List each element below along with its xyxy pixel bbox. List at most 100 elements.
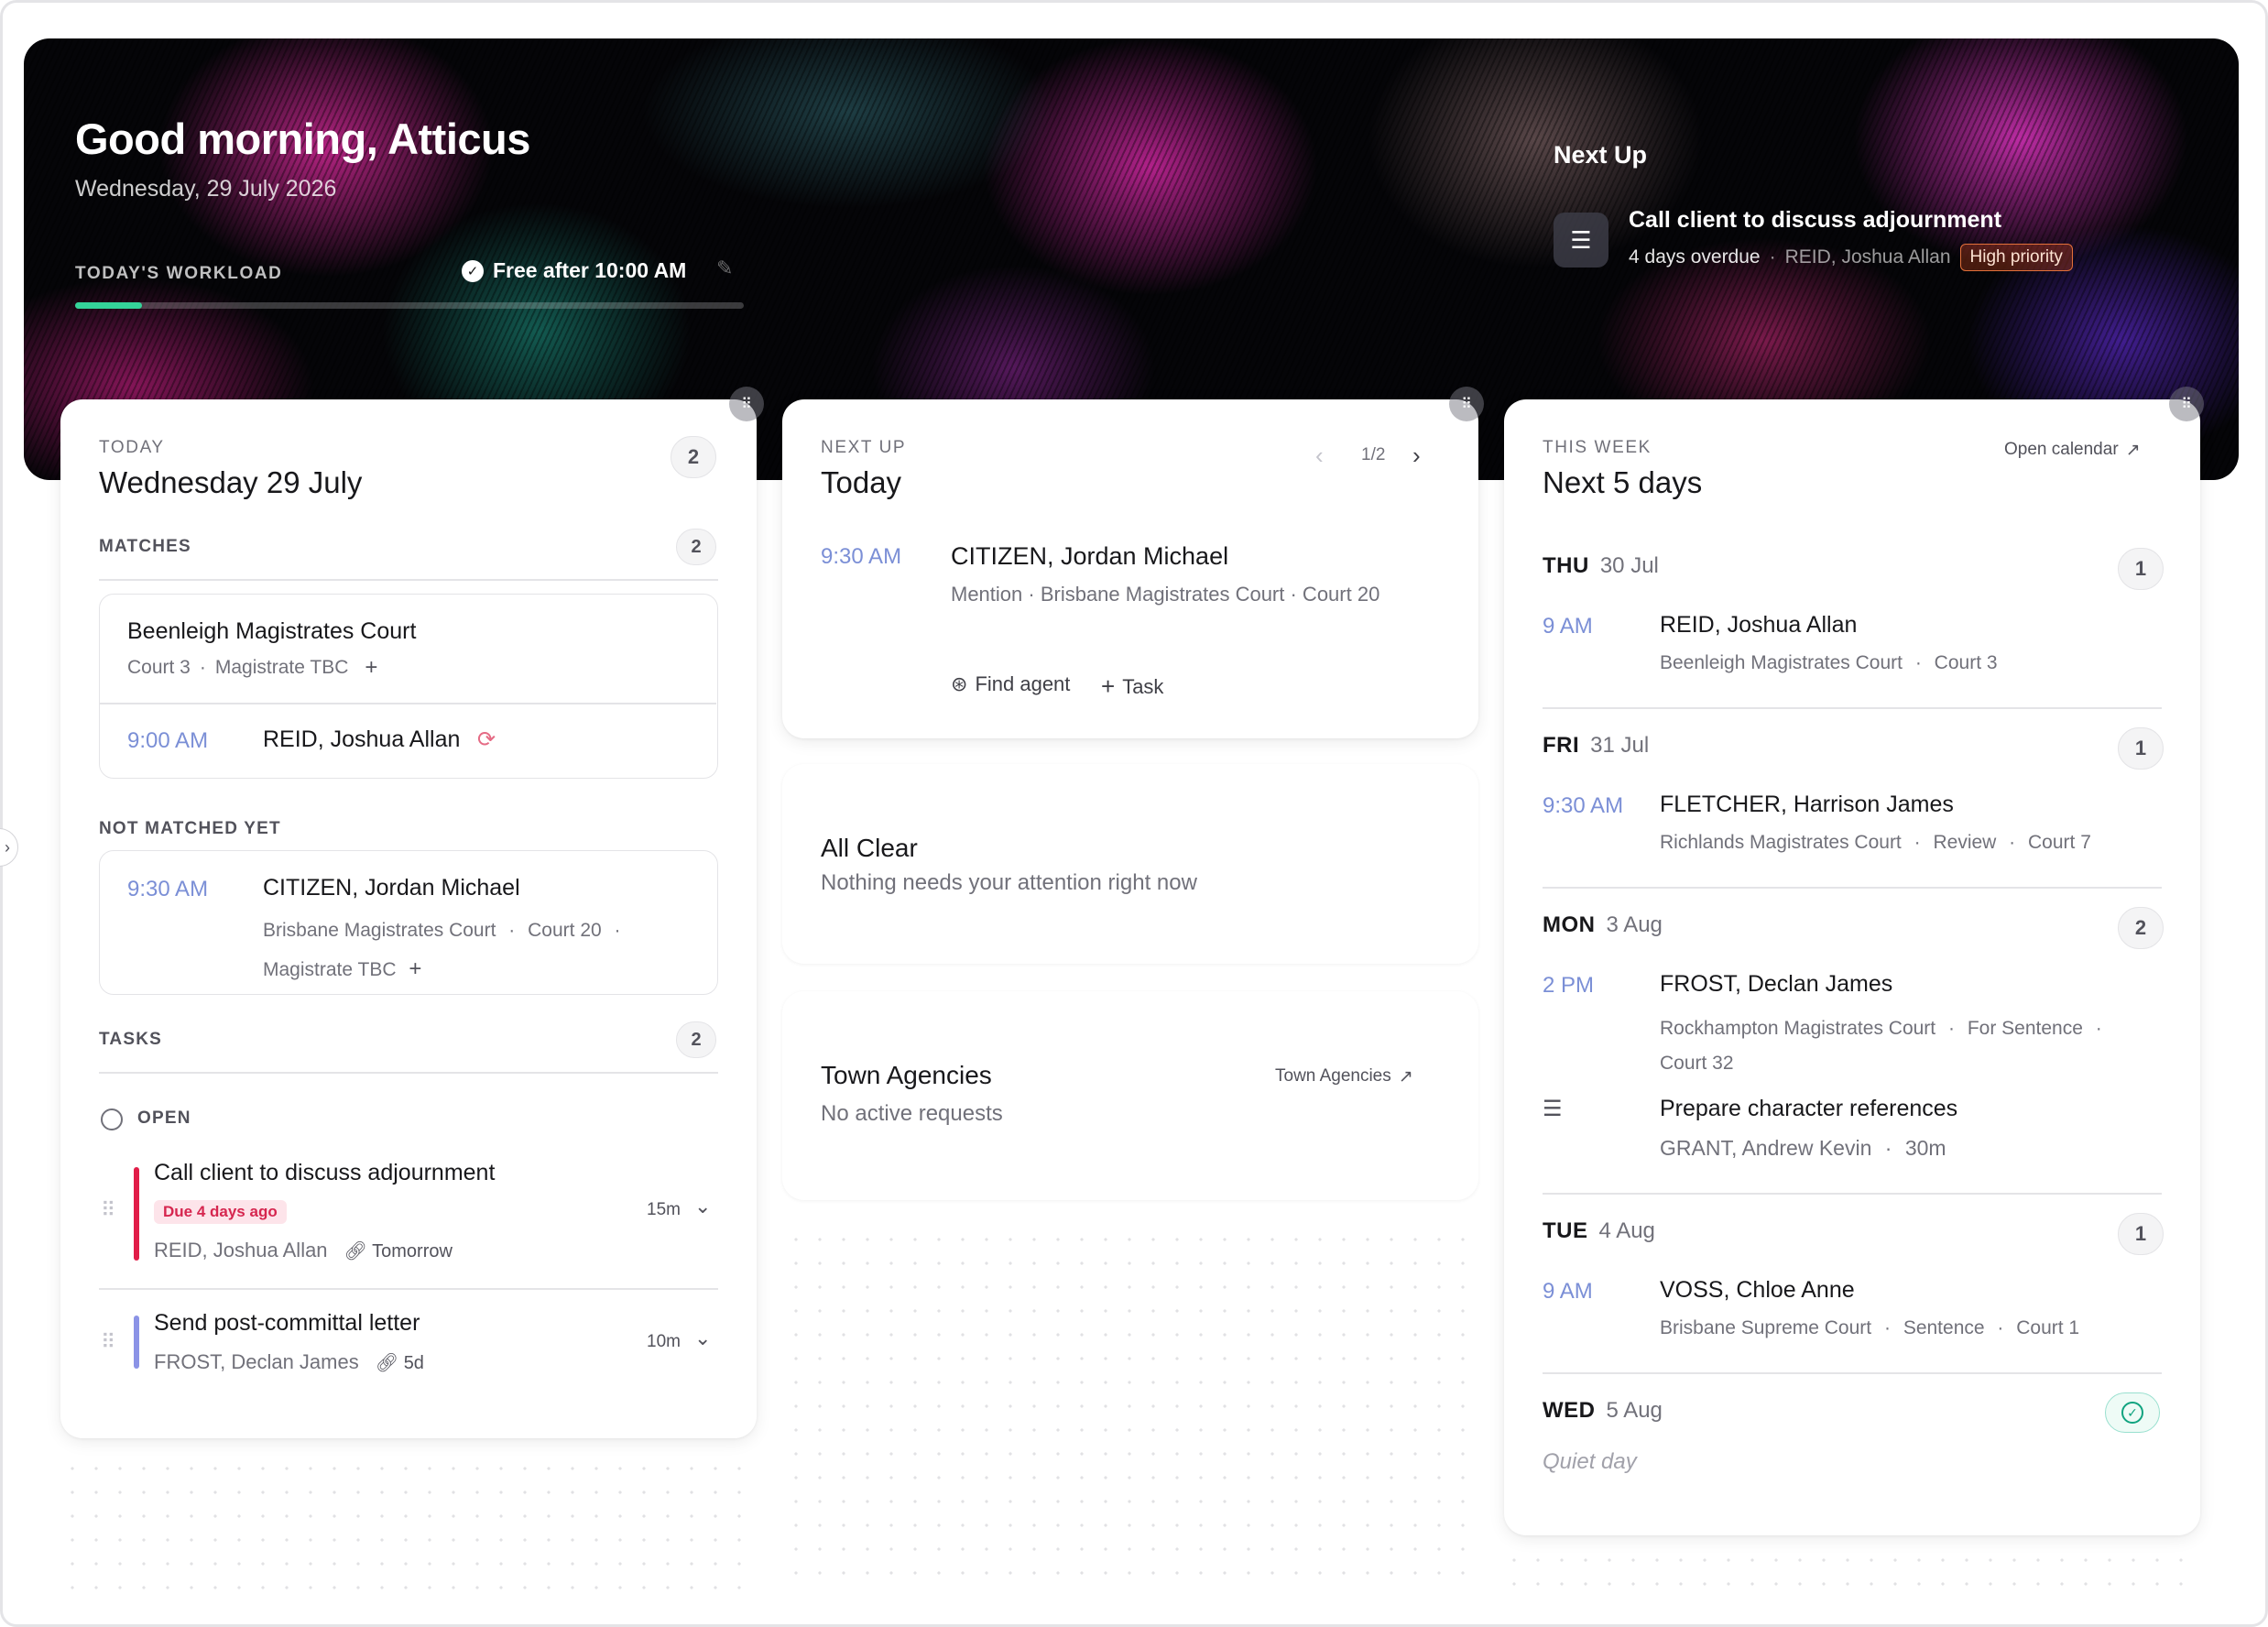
week-task-title[interactable]: Prepare character references bbox=[1660, 1096, 1957, 1122]
free-after-text: Free after 10:00 AM bbox=[493, 258, 687, 282]
task-client: FROST, Declan James bbox=[154, 1350, 359, 1373]
day-date: 4 Aug bbox=[1598, 1218, 1655, 1243]
next-up-client[interactable]: CITIZEN, Jordan Michael bbox=[951, 542, 1228, 571]
day-divider bbox=[1543, 887, 2162, 889]
hero-date: Wednesday, 29 July 2026 bbox=[75, 176, 337, 202]
day-count-badge: 1 bbox=[2118, 1213, 2164, 1255]
match-magistrate: Magistrate TBC bbox=[214, 657, 349, 678]
matches-divider bbox=[99, 579, 718, 581]
pencil-icon[interactable]: ✎ bbox=[716, 257, 733, 280]
match-client[interactable]: REID, Joshua Allan bbox=[263, 726, 460, 753]
day-label: THU bbox=[1543, 553, 1589, 578]
add-magistrate-icon[interactable]: + bbox=[409, 956, 421, 981]
day-label: FRI bbox=[1543, 733, 1580, 758]
tasks-label: TASKS bbox=[99, 1030, 162, 1049]
link-icon: 🔗︎ bbox=[375, 1352, 399, 1373]
not-matched-label: NOT MATCHED YET bbox=[99, 819, 281, 838]
agencies-subtitle: No active requests bbox=[821, 1101, 1003, 1126]
week-eyebrow: THIS WEEK bbox=[1543, 438, 1652, 457]
event-court: Beenleigh Magistrates Court bbox=[1660, 652, 1903, 673]
event-court: Brisbane Supreme Court bbox=[1660, 1317, 1872, 1338]
agencies-title: Town Agencies bbox=[821, 1061, 992, 1089]
today-eyebrow: TODAY bbox=[99, 438, 165, 457]
drag-handle-icon[interactable]: ⠿ bbox=[729, 387, 764, 421]
event-meta: Rockhampton Magistrates Court · For Sent… bbox=[1660, 1011, 2145, 1081]
event-time: 2 PM bbox=[1543, 973, 1595, 998]
due-badge: Due 4 days ago bbox=[154, 1200, 287, 1224]
agencies-link[interactable]: Town Agencies ↗ bbox=[1275, 1066, 1413, 1087]
task-link-label: Tomorrow bbox=[372, 1240, 453, 1261]
chevron-left-icon[interactable]: ‹ bbox=[1315, 442, 1324, 470]
workload-label: TODAY'S WORKLOAD bbox=[75, 264, 283, 283]
event-type: Sentence bbox=[1903, 1317, 1985, 1338]
week-title: Next 5 days bbox=[1543, 465, 1703, 499]
next-up-eyebrow: NEXT UP bbox=[821, 438, 907, 457]
tasks-divider bbox=[99, 1072, 718, 1074]
task-duration: 15m bbox=[647, 1200, 681, 1219]
week-task-duration: 30m bbox=[1904, 1136, 1946, 1160]
day-count-badge: 1 bbox=[2118, 548, 2164, 590]
workload-progress-bar bbox=[75, 302, 744, 309]
event-court: Richlands Magistrates Court bbox=[1660, 832, 1902, 853]
meta-dot: · bbox=[1883, 1317, 1891, 1338]
event-client[interactable]: FLETCHER, Harrison James bbox=[1660, 792, 1954, 818]
event-client[interactable]: VOSS, Chloe Anne bbox=[1660, 1277, 1855, 1304]
day-divider bbox=[1543, 1372, 2162, 1374]
event-time: 9 AM bbox=[1543, 1279, 1593, 1304]
meta-dot: · bbox=[1914, 652, 1922, 673]
next-up-heading: Next Up bbox=[1554, 141, 1648, 169]
not-matched-client[interactable]: CITIZEN, Jordan Michael bbox=[263, 875, 520, 901]
plus-icon: + bbox=[1101, 672, 1116, 700]
tasks-count-badge: 2 bbox=[676, 1021, 716, 1058]
day-date: 3 Aug bbox=[1606, 912, 1663, 937]
event-client[interactable]: REID, Joshua Allan bbox=[1660, 612, 1857, 639]
match-court-name[interactable]: Beenleigh Magistrates Court bbox=[127, 618, 416, 645]
background-dots-right bbox=[1502, 1548, 2198, 1603]
workload-progress-fill bbox=[75, 302, 142, 309]
day-date: 30 Jul bbox=[1599, 553, 1659, 578]
open-circle-icon bbox=[101, 1108, 123, 1130]
week-task-client: GRANT, Andrew Kevin bbox=[1660, 1136, 1872, 1160]
drag-handle-icon[interactable]: ⠿ bbox=[2169, 387, 2204, 421]
open-label: OPEN bbox=[137, 1108, 191, 1128]
quiet-day-badge: ✓ bbox=[2105, 1392, 2160, 1433]
not-matched-court: Brisbane Magistrates Court bbox=[263, 920, 496, 941]
priority-badge: High priority bbox=[1959, 244, 2073, 271]
match-court-room: Court 3 bbox=[127, 657, 191, 678]
add-magistrate-icon[interactable]: + bbox=[365, 655, 377, 681]
drag-handle-icon[interactable]: ⠿ bbox=[101, 1330, 115, 1354]
event-room: Court 7 bbox=[2028, 832, 2091, 853]
task-title[interactable]: Send post-committal letter bbox=[154, 1310, 420, 1337]
drag-handle-icon[interactable]: ⠿ bbox=[1449, 387, 1484, 421]
free-after-status: ✓ Free after 10:00 AM bbox=[462, 258, 686, 283]
event-meta: Beenleigh Magistrates Court · Court 3 bbox=[1660, 652, 1998, 674]
agencies-link-label: Town Agencies bbox=[1275, 1066, 1391, 1086]
next-task-title[interactable]: Call client to discuss adjournment bbox=[1629, 207, 2001, 234]
today-count-badge: 2 bbox=[671, 436, 716, 478]
event-client[interactable]: FROST, Declan James bbox=[1660, 971, 1892, 998]
task-client: REID, Joshua Allan bbox=[154, 1239, 328, 1261]
chevron-right-icon[interactable]: › bbox=[1412, 442, 1421, 470]
next-task-meta: 4 days overdue · REID, Joshua Allan High… bbox=[1629, 244, 2073, 271]
task-meta: REID, Joshua Allan 🔗︎ Tomorrow bbox=[154, 1239, 453, 1262]
match-court-meta: Court 3 · Magistrate TBC + bbox=[127, 655, 377, 681]
drag-handle-icon[interactable]: ⠿ bbox=[101, 1198, 115, 1222]
check-circle-icon: ✓ bbox=[2121, 1402, 2143, 1424]
open-calendar-link[interactable]: Open calendar ↗ bbox=[2004, 440, 2141, 461]
chevron-down-icon[interactable]: ⌄ bbox=[694, 1195, 711, 1218]
event-type: Review bbox=[1933, 832, 1997, 853]
task-title[interactable]: Call client to discuss adjournment bbox=[154, 1160, 495, 1186]
add-task-button[interactable]: + Task bbox=[1101, 672, 1163, 701]
matches-label: MATCHES bbox=[99, 537, 191, 556]
pager-label: 1/2 bbox=[1361, 445, 1386, 464]
meta-separator: · bbox=[1769, 246, 1776, 268]
matches-count-badge: 2 bbox=[676, 529, 716, 565]
chevron-down-icon[interactable]: ⌄ bbox=[694, 1327, 711, 1350]
week-card: ⠿ THIS WEEK Next 5 days Open calendar ↗ … bbox=[1504, 387, 2204, 1535]
task-priority-bar bbox=[134, 1316, 139, 1369]
all-clear-subtitle: Nothing needs your attention right now bbox=[821, 870, 1197, 895]
find-agent-button[interactable]: ⊛ Find agent bbox=[951, 672, 1070, 696]
day-header: TUE 4 Aug bbox=[1543, 1218, 1655, 1244]
external-link-icon: ↗ bbox=[1398, 1067, 1413, 1086]
not-matched-meta: Brisbane Magistrates Court · Court 20 · … bbox=[263, 912, 693, 989]
